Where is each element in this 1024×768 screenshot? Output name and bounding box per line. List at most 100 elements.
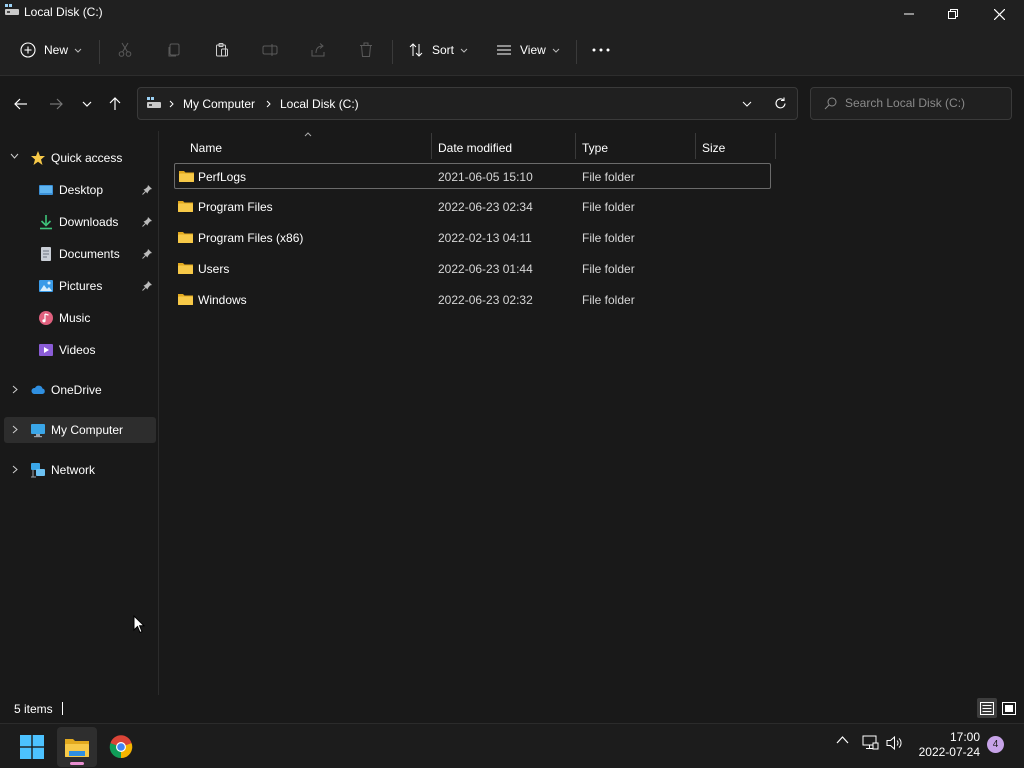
nav-item-music[interactable]: Music	[4, 305, 156, 331]
chevron-down-icon[interactable]	[742, 101, 752, 107]
nav-label: Quick access	[51, 151, 123, 165]
nav-network[interactable]: Network	[4, 457, 156, 483]
file-date: 2021-06-05 15:10	[438, 170, 533, 184]
nav-item-videos[interactable]: Videos	[4, 337, 156, 363]
file-date: 2022-06-23 02:34	[438, 200, 533, 214]
breadcrumb-my-computer[interactable]: My Computer	[183, 97, 255, 111]
share-button[interactable]	[310, 36, 326, 64]
nav-label: OneDrive	[51, 383, 102, 397]
column-header-type[interactable]: Type	[576, 135, 695, 161]
column-header-name[interactable]: Name	[174, 135, 431, 161]
chevron-down-icon	[82, 101, 92, 107]
refresh-icon[interactable]	[774, 97, 787, 110]
chevron-down-icon	[460, 48, 468, 53]
column-header-size[interactable]: Size	[696, 135, 775, 161]
folder-icon	[178, 201, 193, 212]
search-input[interactable]	[845, 96, 1005, 110]
file-name: Program Files (x86)	[198, 231, 304, 245]
file-list: Name Date modified Type Size PerfLogs 20…	[159, 131, 1024, 695]
sort-button[interactable]: Sort	[408, 36, 468, 64]
notification-badge[interactable]: 4	[987, 736, 1004, 753]
chevron-right-icon[interactable]	[12, 425, 18, 434]
network-status-icon[interactable]	[862, 735, 879, 751]
details-view-button[interactable]	[977, 698, 997, 718]
nav-quick-access[interactable]: Quick access	[4, 145, 156, 171]
forward-button[interactable]	[45, 93, 67, 115]
volume-icon[interactable]	[886, 735, 904, 751]
trash-icon	[360, 42, 372, 57]
address-bar[interactable]: My Computer Local Disk (C:)	[137, 87, 798, 120]
start-button[interactable]	[12, 727, 52, 767]
details-view-icon	[980, 701, 994, 715]
file-type: File folder	[582, 293, 635, 307]
file-row[interactable]: Program Files (x86) 2022-02-13 04:11 Fil…	[174, 225, 771, 251]
pictures-icon	[39, 280, 53, 292]
music-icon	[39, 311, 53, 325]
more-options-button[interactable]	[592, 36, 610, 64]
view-label: View	[520, 43, 546, 57]
pin-icon[interactable]	[142, 248, 153, 259]
nav-item-downloads[interactable]: Downloads	[4, 209, 156, 235]
pin-icon[interactable]	[142, 216, 153, 227]
new-button[interactable]: New	[20, 36, 82, 64]
close-button[interactable]	[976, 0, 1022, 28]
show-hidden-icons-chevron-up-icon[interactable]	[836, 736, 849, 744]
file-name: Windows	[198, 293, 247, 307]
pin-icon[interactable]	[142, 280, 153, 291]
taskbar-chrome[interactable]	[101, 727, 141, 767]
search-box[interactable]	[810, 87, 1012, 120]
recent-locations-button[interactable]	[76, 93, 98, 115]
file-type: File folder	[582, 231, 635, 245]
view-button[interactable]: View	[496, 36, 560, 64]
taskbar: 17:00 2022-07-24 4	[0, 723, 1024, 768]
file-explorer-icon	[65, 739, 89, 757]
pin-icon[interactable]	[142, 184, 153, 195]
file-name: Users	[198, 262, 230, 276]
file-row[interactable]: Users 2022-06-23 01:44 File folder	[174, 256, 771, 282]
separator	[99, 40, 100, 64]
minimize-button[interactable]	[886, 0, 932, 28]
tiles-view-button[interactable]	[999, 698, 1019, 718]
documents-icon	[41, 247, 51, 261]
address-row: My Computer Local Disk (C:)	[0, 77, 1024, 131]
clock[interactable]: 17:00 2022-07-24	[919, 730, 980, 760]
file-row[interactable]: Windows 2022-06-23 02:32 File folder	[174, 287, 771, 313]
sort-label: Sort	[432, 43, 455, 57]
restore-button[interactable]	[930, 0, 976, 28]
breadcrumb-local-disk[interactable]: Local Disk (C:)	[280, 97, 359, 111]
taskbar-file-explorer[interactable]	[57, 727, 97, 767]
nav-onedrive[interactable]: OneDrive	[4, 377, 156, 403]
cut-button[interactable]	[117, 36, 133, 64]
nav-item-documents[interactable]: Documents	[4, 241, 156, 267]
nav-item-desktop[interactable]: Desktop	[4, 177, 156, 203]
chevron-right-icon	[266, 100, 271, 108]
view-list-icon	[497, 45, 511, 55]
file-row[interactable]: PerfLogs 2021-06-05 15:10 File folder	[174, 163, 771, 189]
folder-icon	[178, 294, 193, 305]
up-button[interactable]	[104, 93, 126, 115]
file-date: 2022-06-23 02:32	[438, 293, 533, 307]
chevron-right-icon[interactable]	[12, 465, 18, 474]
file-explorer-drive-icon	[5, 4, 19, 15]
delete-button[interactable]	[358, 36, 374, 64]
nav-my-computer[interactable]: My Computer	[4, 417, 156, 443]
file-row[interactable]: Program Files 2022-06-23 02:34 File fold…	[174, 194, 771, 220]
cloud-icon	[31, 385, 45, 394]
column-header-date[interactable]: Date modified	[432, 135, 575, 161]
file-type: File folder	[582, 262, 635, 276]
chevron-down-icon[interactable]	[10, 153, 19, 159]
back-button[interactable]	[10, 93, 32, 115]
copy-button[interactable]	[166, 36, 182, 64]
computer-icon	[31, 424, 45, 438]
file-date: 2022-02-13 04:11	[438, 231, 532, 245]
nav-label: Documents	[59, 247, 120, 261]
chevron-right-icon[interactable]	[12, 385, 18, 394]
nav-label: Music	[59, 311, 91, 325]
column-resizer[interactable]	[775, 133, 776, 159]
paste-button[interactable]	[214, 36, 230, 64]
rename-button[interactable]	[262, 36, 278, 64]
nav-item-pictures[interactable]: Pictures	[4, 273, 156, 299]
nav-label: Videos	[59, 343, 96, 357]
search-icon	[824, 97, 837, 110]
nav-label: Downloads	[59, 215, 119, 229]
